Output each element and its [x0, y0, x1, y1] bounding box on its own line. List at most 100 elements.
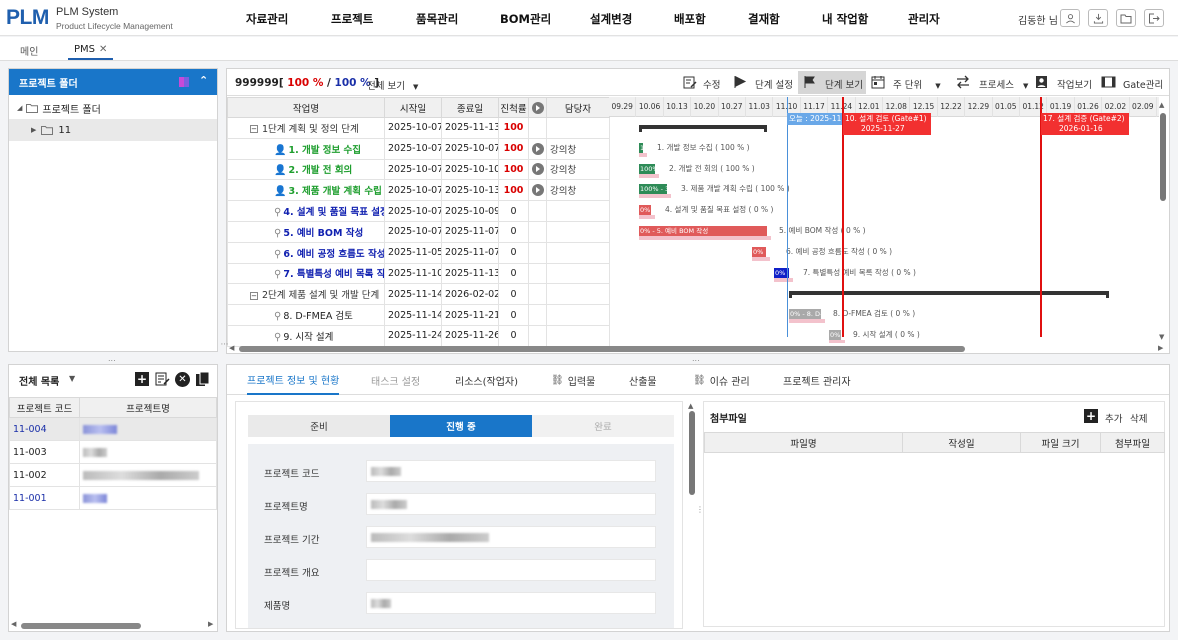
table-row[interactable]: 11-001	[9, 486, 217, 510]
unit-select[interactable]: 주 단위 ▼	[893, 77, 941, 91]
scroll-left-icon[interactable]: ◀	[229, 344, 234, 352]
table-row[interactable]: 11-002	[9, 463, 217, 487]
gantt-bar[interactable]: 0%	[752, 246, 766, 257]
tab-input[interactable]: ⛓ 입력물	[551, 365, 595, 395]
tab-project-info[interactable]: 프로젝트 정보 및 현황	[247, 365, 340, 395]
process-select[interactable]: 프로세스 ▼	[979, 77, 1028, 91]
tree-node[interactable]: ▶ 11	[9, 119, 217, 141]
delete-attachment-button[interactable]: 삭제	[1130, 411, 1147, 425]
menu-item[interactable]: 품목관리	[416, 11, 458, 27]
field-project-code[interactable]	[366, 460, 656, 482]
logout-icon[interactable]	[1144, 9, 1164, 27]
gantt-bar[interactable]: 1	[639, 142, 643, 153]
summary-bar[interactable]	[639, 125, 767, 129]
menu-item[interactable]: 설계변경	[590, 11, 632, 27]
expand-icon[interactable]: ◢	[17, 104, 22, 112]
work-view-button[interactable]: 작업보기	[1057, 77, 1092, 91]
play-icon[interactable]	[531, 163, 544, 176]
scroll-left-icon[interactable]: ◀	[11, 620, 16, 628]
task-row[interactable]: ⚲ 7. 특별특성 예비 목록 작성 2025-11-10 2025-11-13 0	[227, 262, 610, 285]
tree-root[interactable]: ◢ 프로젝트 폴더	[9, 97, 217, 119]
field-project-period[interactable]	[366, 526, 656, 548]
copy-icon[interactable]	[195, 371, 210, 387]
gantt-bar[interactable]: 0%	[829, 330, 841, 340]
task-row[interactable]: ⚲ 4. 설계 및 품질 목표 설정 2025-10-07 2025-10-09 0	[227, 200, 610, 222]
tab-resource[interactable]: 리소스(작업자)	[455, 365, 518, 395]
add-attachment-button[interactable]: 추가	[1105, 411, 1122, 425]
task-row[interactable]: ⚲ 8. D-FMEA 검토 2025-11-14 2025-11-21 0	[227, 304, 610, 326]
close-icon[interactable]: ✕	[99, 44, 107, 55]
task-row[interactable]: −2단계 제품 설계 및 개발 단계 2025-11-14 2026-02-02 0	[227, 283, 610, 306]
table-row[interactable]: 11-004	[9, 417, 217, 441]
collapse-icon[interactable]: ▶	[31, 126, 36, 134]
menu-item[interactable]: 프로젝트	[331, 11, 373, 27]
field-project-name[interactable]	[366, 493, 656, 515]
add-icon[interactable]: +	[135, 372, 149, 386]
project-code: 11-003	[9, 440, 80, 464]
splitter-handle[interactable]: ...	[108, 354, 116, 363]
menu-item[interactable]: 관리자	[908, 11, 940, 27]
vertical-scrollbar[interactable]	[689, 411, 695, 495]
vertical-scrollbar[interactable]	[1160, 113, 1166, 201]
collapse-box-icon[interactable]: −	[250, 125, 258, 134]
chevron-up-icon[interactable]: ⌃	[199, 74, 208, 87]
task-end: 2025-10-07	[441, 137, 499, 160]
edit-list-icon[interactable]	[155, 372, 170, 386]
play-icon[interactable]	[531, 142, 544, 155]
scroll-right-icon[interactable]: ▶	[208, 620, 213, 628]
tab-pms[interactable]: PMS ✕	[68, 40, 114, 60]
gate-button[interactable]: Gate관리	[1123, 77, 1163, 91]
menu-item[interactable]: BOM관리	[500, 11, 551, 27]
gantt-bar[interactable]: 0% - 5. 예비 BOM 작성	[639, 226, 767, 236]
scroll-right-icon[interactable]: ▶	[1158, 344, 1163, 352]
view-select[interactable]: 전체 보기 ▼	[367, 78, 418, 92]
tab-project-manager[interactable]: 프로젝트 관리자	[783, 365, 851, 395]
delete-icon[interactable]: ✕	[175, 372, 190, 387]
gantt-bar[interactable]: 0%	[639, 205, 651, 216]
horizontal-scrollbar[interactable]	[21, 623, 141, 629]
task-row[interactable]: ⚲ 9. 시작 설계 2025-11-24 2025-11-26 0	[227, 324, 610, 347]
menu-item[interactable]: 자료관리	[246, 11, 288, 27]
tab-main[interactable]: 메인	[14, 40, 44, 60]
gantt-bar[interactable]: 100% - 3	[639, 184, 667, 195]
add-icon[interactable]: +	[1084, 409, 1098, 423]
tab-task-setting[interactable]: 태스크 설정	[371, 365, 420, 395]
scroll-down-icon[interactable]: ▼	[1159, 333, 1164, 341]
summary-bar[interactable]	[789, 291, 1109, 296]
task-row[interactable]: 👤 2. 개발 전 회의 2025-10-07 2025-10-10 100 강의창	[227, 158, 610, 181]
menu-item[interactable]: 결재함	[748, 11, 780, 27]
chevron-down-icon[interactable]: ▼	[69, 374, 75, 383]
horizontal-scrollbar[interactable]	[239, 346, 965, 352]
stage-set-button[interactable]: 단계 설정	[755, 77, 793, 91]
table-row[interactable]: 11-003	[9, 440, 217, 464]
task-row[interactable]: ⚲ 5. 예비 BOM 작성 2025-10-07 2025-11-07 0	[227, 220, 610, 243]
task-row[interactable]: 👤 1. 개발 정보 수집 2025-10-07 2025-10-07 100 강의창	[227, 137, 610, 160]
grid-color-icon[interactable]	[179, 77, 189, 87]
edit-button[interactable]: 수정	[703, 77, 720, 91]
scroll-up-icon[interactable]: ▲	[688, 402, 693, 410]
collapse-box-icon[interactable]: −	[250, 291, 258, 300]
play-icon[interactable]	[531, 184, 544, 197]
task-row[interactable]: ⚲ 6. 예비 공정 흐름도 작성 2025-11-05 2025-11-07 0	[227, 241, 610, 264]
task-row[interactable]: −1단계 계획 및 정의 단계 2025-10-07 2025-11-13 100	[227, 117, 610, 139]
user-icon[interactable]	[1060, 9, 1080, 27]
scroll-up-icon[interactable]: ▲	[1159, 101, 1164, 109]
menu-item[interactable]: 배포함	[674, 11, 706, 27]
folder-icon[interactable]	[1116, 9, 1136, 27]
field-project-summary[interactable]	[366, 559, 656, 581]
splitter-handle[interactable]: ⋮	[220, 340, 229, 348]
tab-issue[interactable]: ⛓ 이슈 관리	[693, 365, 750, 395]
tab-output[interactable]: 산출물	[629, 365, 657, 395]
download-icon[interactable]	[1088, 9, 1108, 27]
gate-marker[interactable]: 10. 설계 검토 (Gate#1) 2025-11-27	[843, 113, 931, 135]
gantt-bar[interactable]: 100%	[639, 163, 655, 174]
person-outline-icon: ⚲	[274, 207, 282, 219]
gantt-bar[interactable]: 0% - 8. D-	[789, 309, 821, 320]
splitter-handle[interactable]: ...	[692, 354, 700, 363]
field-product-name[interactable]	[366, 592, 656, 614]
list-title: 전체 목록	[19, 377, 60, 388]
task-row[interactable]: 👤 3. 제품 개발 계획 수립 2025-10-07 2025-10-13 100 강의…	[227, 179, 610, 202]
task-progress: 0	[498, 304, 529, 326]
gate-marker[interactable]: 17. 설계 검증 (Gate#2) 2026-01-16	[1041, 113, 1129, 135]
menu-item[interactable]: 내 작업함	[822, 11, 868, 27]
